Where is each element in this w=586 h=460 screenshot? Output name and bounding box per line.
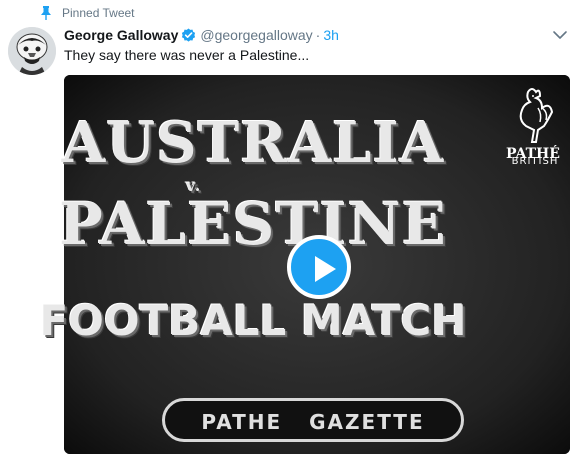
separator-dot: · [315, 27, 321, 43]
avatar[interactable] [8, 27, 56, 75]
verified-badge-icon [181, 28, 196, 43]
logo-name: PATHÉ [506, 146, 560, 162]
tweet-text: They say there was never a Palestine... [64, 47, 310, 63]
play-button[interactable] [287, 235, 351, 299]
author-name[interactable]: George Galloway [64, 27, 178, 43]
pin-icon [40, 6, 52, 20]
film-title-line-2: PALESTINE [59, 190, 447, 258]
tweet-header: George Galloway @georgegalloway · 3h [64, 25, 339, 45]
gazette-text: PATHE GAZETTE [201, 410, 425, 434]
tweet[interactable]: Pinned Tweet George Galloway @georgegall… [0, 0, 586, 460]
author-handle[interactable]: @georgegalloway [200, 27, 312, 43]
tweet-timestamp[interactable]: 3h [323, 27, 339, 43]
pinned-label: Pinned Tweet [62, 6, 135, 20]
play-icon [315, 256, 336, 282]
film-title-line-3: FOOTBALL MATCH [39, 296, 467, 345]
pinned-indicator: Pinned Tweet [40, 5, 135, 21]
film-title-line-1: AUSTRALIA [61, 110, 445, 176]
chevron-down-icon[interactable] [552, 28, 568, 42]
gazette-banner: PATHE GAZETTE [162, 398, 464, 442]
